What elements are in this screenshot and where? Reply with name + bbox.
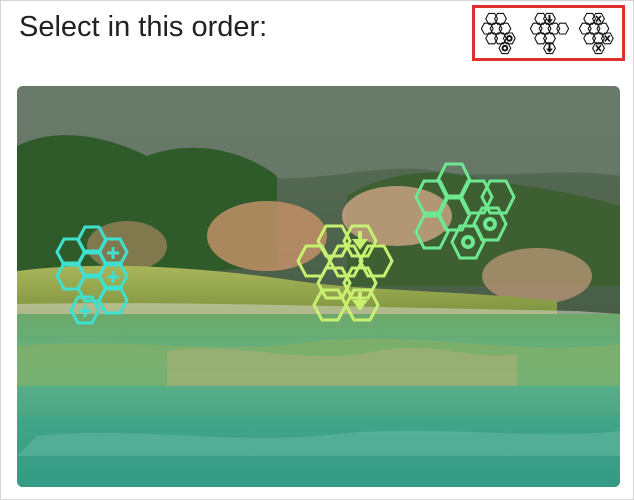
instruction-text: Select in this order: — [19, 11, 268, 43]
hex-cluster-arrow-down-icon — [529, 12, 570, 55]
captcha-frame: Select in this order: — [0, 0, 634, 500]
lake-landscape-image[interactable] — [17, 86, 620, 487]
target-order-box — [472, 5, 625, 61]
hex-cluster-cross-icon — [578, 12, 614, 55]
hex-cluster-gear-icon — [480, 12, 516, 55]
